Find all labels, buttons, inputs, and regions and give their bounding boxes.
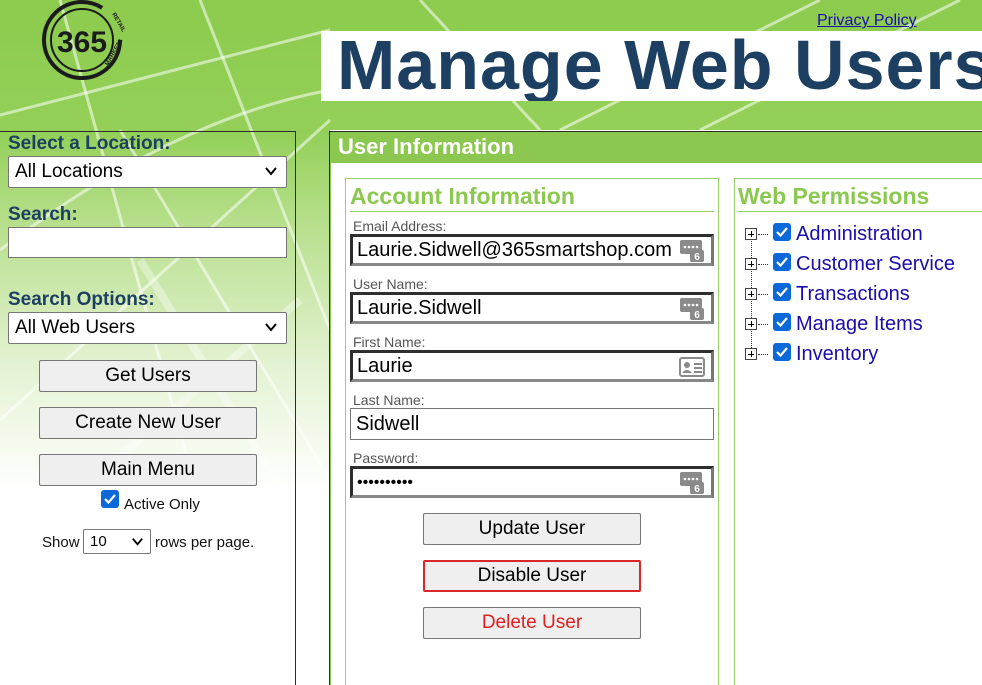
- create-new-user-button[interactable]: Create New User: [39, 407, 257, 439]
- checkmark-icon: [776, 347, 788, 358]
- rows-per-page-value: 10: [90, 533, 107, 550]
- get-users-button[interactable]: Get Users: [39, 360, 257, 392]
- username-field[interactable]: Laurie.Sidwell 6: [350, 292, 714, 324]
- manage-items-checkbox[interactable]: [773, 313, 791, 331]
- inventory-checkbox[interactable]: [773, 343, 791, 361]
- chevron-down-icon: [265, 167, 277, 176]
- delete-user-button[interactable]: Delete User: [423, 607, 641, 639]
- permissions-title-rule: [738, 211, 982, 212]
- privacy-policy-link[interactable]: Privacy Policy: [817, 12, 917, 30]
- tree-branch: [758, 234, 768, 235]
- svg-text:6: 6: [694, 252, 700, 263]
- svg-text:365: 365: [57, 26, 107, 59]
- lastname-value: Sidwell: [356, 413, 420, 435]
- inventory-link[interactable]: Inventory: [796, 343, 878, 366]
- svg-text:6: 6: [694, 310, 700, 321]
- password-manager-icon: 6: [680, 472, 704, 495]
- show-label: Show: [42, 534, 80, 551]
- expand-icon[interactable]: [745, 258, 757, 270]
- main-menu-button[interactable]: Main Menu: [39, 454, 257, 486]
- page-title-banner: Manage Web Users: [321, 31, 982, 101]
- checkmark-icon: [776, 287, 788, 298]
- customer-service-link[interactable]: Customer Service: [796, 253, 955, 276]
- firstname-label: First Name:: [353, 334, 426, 350]
- account-title-rule: [350, 211, 714, 212]
- email-label: Email Address:: [353, 218, 447, 234]
- search-options-select[interactable]: All Web Users: [8, 312, 287, 344]
- password-label: Password:: [353, 450, 419, 466]
- email-field[interactable]: Laurie.Sidwell@365smartshop.com 6: [350, 234, 714, 266]
- user-information-header: User Information: [330, 132, 982, 163]
- password-manager-icon: 6: [680, 298, 704, 321]
- rows-per-page-select[interactable]: 10: [83, 529, 151, 554]
- checkmark-icon: [776, 317, 788, 328]
- customer-service-checkbox[interactable]: [773, 253, 791, 271]
- checkmark-icon: [776, 257, 788, 268]
- page-title: Manage Web Users: [337, 31, 982, 101]
- tree-branch: [758, 354, 768, 355]
- search-options-label: Search Options:: [8, 289, 155, 310]
- transactions-link[interactable]: Transactions: [796, 283, 910, 306]
- expand-icon[interactable]: [745, 228, 757, 240]
- tree-branch: [758, 324, 768, 325]
- disable-user-button[interactable]: Disable User: [423, 560, 641, 592]
- svg-text:RETAIL: RETAIL: [110, 12, 126, 34]
- lastname-field[interactable]: Sidwell: [350, 408, 714, 440]
- search-options-value: All Web Users: [15, 317, 136, 338]
- web-permissions-title: Web Permissions: [738, 183, 930, 209]
- expand-icon[interactable]: [745, 348, 757, 360]
- search-input[interactable]: [8, 227, 287, 258]
- search-label: Search:: [8, 204, 78, 225]
- expand-icon[interactable]: [745, 318, 757, 330]
- update-user-button[interactable]: Update User: [423, 513, 641, 545]
- location-label: Select a Location:: [8, 133, 171, 154]
- svg-text:6: 6: [694, 484, 700, 495]
- checkmark-icon: [776, 227, 788, 238]
- tree-branch: [758, 264, 768, 265]
- contact-card-icon: [679, 357, 705, 377]
- firstname-field[interactable]: Laurie: [350, 350, 714, 382]
- rows-per-page-label: rows per page.: [155, 534, 255, 551]
- administration-link[interactable]: Administration: [796, 223, 923, 246]
- tree-branch: [758, 294, 768, 295]
- username-label: User Name:: [353, 276, 428, 292]
- firstname-value: Laurie: [357, 355, 413, 377]
- 365-logo: 365 RETAIL MARKETS: [42, 0, 126, 80]
- chevron-down-icon: [132, 538, 143, 546]
- lastname-label: Last Name:: [353, 392, 425, 408]
- password-field[interactable]: •••••••••• 6: [350, 466, 714, 498]
- location-select-value: All Locations: [15, 161, 123, 182]
- password-value: ••••••••••: [357, 474, 414, 491]
- password-manager-icon: 6: [680, 240, 704, 263]
- username-value: Laurie.Sidwell: [357, 297, 482, 319]
- active-only-label: Active Only: [124, 496, 200, 513]
- manage-items-link[interactable]: Manage Items: [796, 313, 923, 336]
- expand-icon[interactable]: [745, 288, 757, 300]
- account-information-title: Account Information: [350, 183, 575, 209]
- administration-checkbox[interactable]: [773, 223, 791, 241]
- chevron-down-icon: [265, 323, 277, 332]
- location-select[interactable]: All Locations: [8, 156, 287, 188]
- active-only-checkbox[interactable]: [101, 490, 119, 508]
- checkmark-icon: [104, 494, 116, 505]
- email-value: Laurie.Sidwell@365smartshop.com: [357, 239, 672, 261]
- transactions-checkbox[interactable]: [773, 283, 791, 301]
